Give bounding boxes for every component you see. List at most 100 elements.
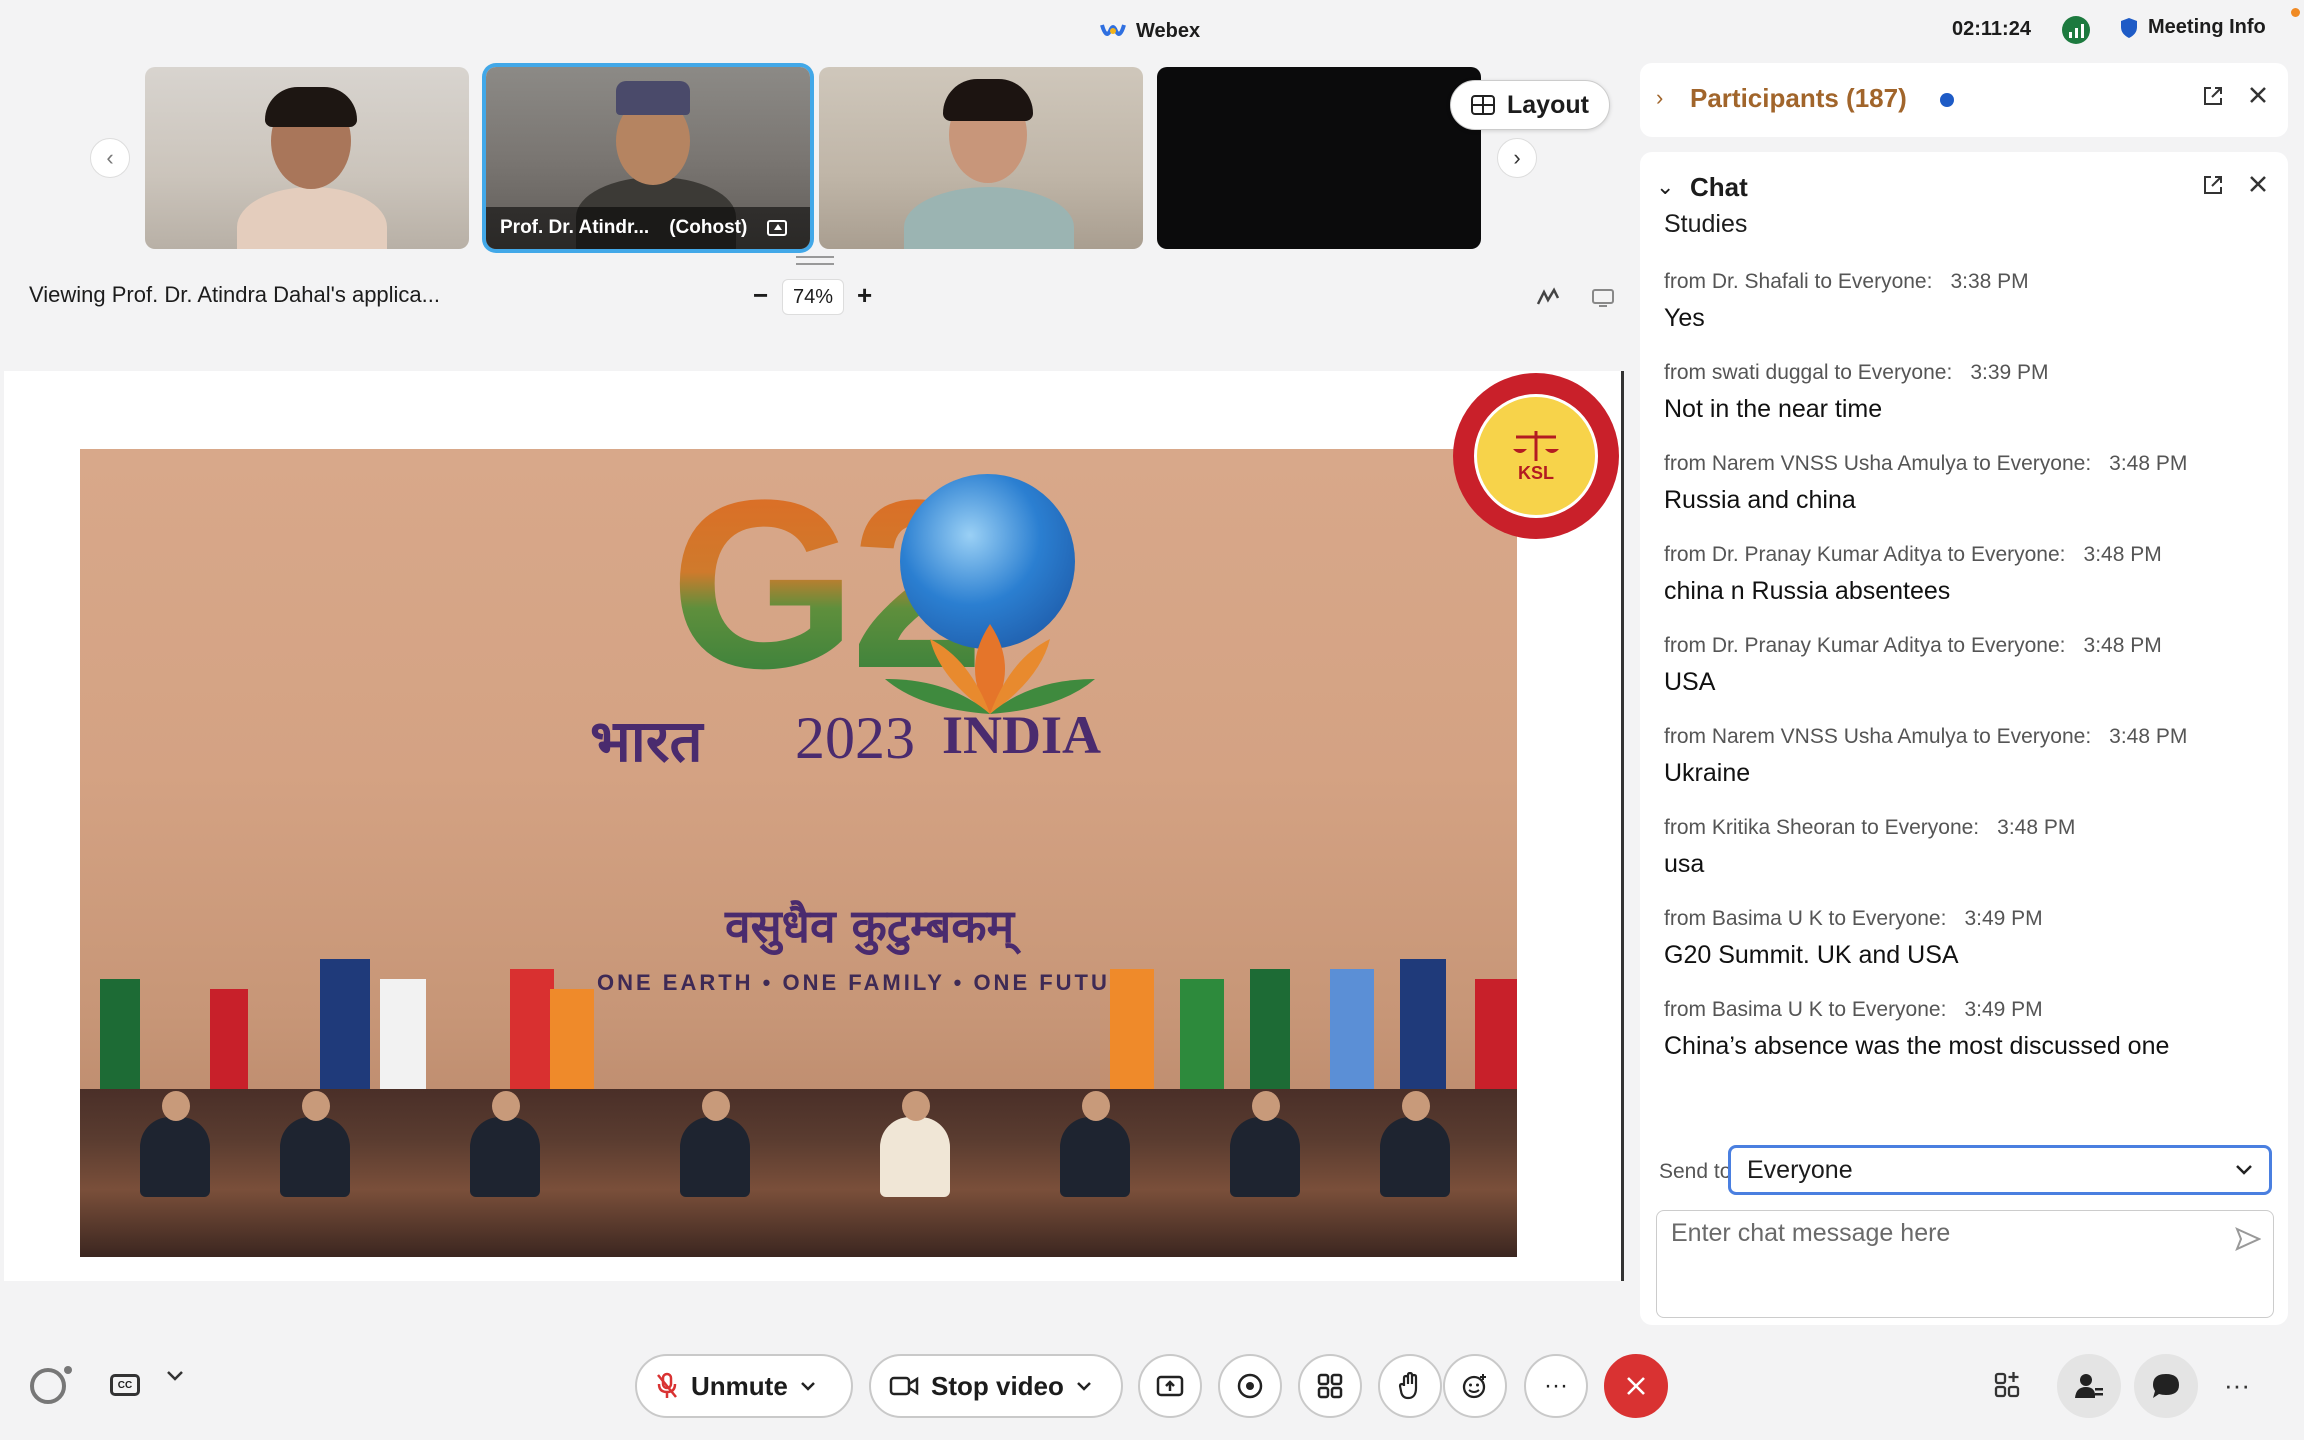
close-icon[interactable] xyxy=(2248,174,2268,194)
india-text: INDIA xyxy=(942,705,1102,765)
participants-toggle-button[interactable] xyxy=(2057,1354,2121,1418)
chat-message: from swati duggal to Everyone: 3:39 PM No… xyxy=(1664,361,2264,424)
participants-title[interactable]: Participants (187) xyxy=(1690,83,1907,114)
meeting-info-button[interactable]: Meeting Info xyxy=(2120,16,2266,39)
participants-panel: › Participants (187) xyxy=(1640,63,2288,137)
chat-message-meta: from Basima U K to Everyone: 3:49 PM xyxy=(1664,907,2264,931)
reactions-button[interactable] xyxy=(1443,1354,1507,1418)
chat-message-text: Yes xyxy=(1664,304,1705,332)
end-call-button[interactable] xyxy=(1604,1354,1668,1418)
chat-message: from Dr. Pranay Kumar Aditya to Everyone… xyxy=(1664,543,2264,606)
participant-video-active[interactable]: Prof. Dr. Atindr... (Cohost) xyxy=(486,67,810,249)
chevron-right-icon[interactable]: › xyxy=(1656,85,1663,111)
delegate xyxy=(140,1091,210,1197)
unmute-button[interactable]: Unmute xyxy=(635,1354,853,1418)
layout-button[interactable]: Layout xyxy=(1450,80,1610,130)
chevron-down-icon[interactable] xyxy=(1076,1381,1092,1391)
thumbnails-next-button[interactable]: › xyxy=(1497,138,1537,178)
chat-message-text: Ukraine xyxy=(1664,759,1751,787)
summit-table xyxy=(80,1089,1517,1257)
apps-button[interactable] xyxy=(1298,1354,1362,1418)
app-title: Webex xyxy=(1100,14,1200,48)
status-icon[interactable] xyxy=(30,1368,66,1404)
chat-time: 3:48 PM xyxy=(2109,725,2188,748)
chat-message-meta: from swati duggal to Everyone: 3:39 PM xyxy=(1664,361,2264,385)
delegate xyxy=(280,1091,350,1197)
chat-sender: from Narem VNSS Usha Amulya to Everyone: xyxy=(1664,452,2092,475)
resize-grip[interactable] xyxy=(796,256,834,265)
chevron-down-icon[interactable]: ⌄ xyxy=(1656,174,1674,200)
send-to-select[interactable]: Everyone xyxy=(1728,1145,2272,1195)
pop-out-share-icon[interactable] xyxy=(1591,288,1615,308)
chat-message-meta: from Dr. Pranay Kumar Aditya to Everyone… xyxy=(1664,634,2264,658)
zoom-in-button[interactable]: + xyxy=(857,280,872,311)
raise-hand-button[interactable] xyxy=(1378,1354,1442,1418)
chat-toggle-button[interactable] xyxy=(2134,1354,2198,1418)
participant-hair xyxy=(265,87,357,127)
share-divider xyxy=(1621,371,1624,1281)
meeting-timer: 02:11:24 xyxy=(1952,18,2031,40)
chat-message-text-partial: Studies xyxy=(1664,212,1748,238)
zoom-out-button[interactable]: − xyxy=(753,280,768,311)
more-options-icon[interactable]: ··· xyxy=(2224,1370,2250,1401)
chat-sender: from Dr. Pranay Kumar Aditya to Everyone… xyxy=(1664,634,2066,657)
chat-sender: from Basima U K to Everyone: xyxy=(1664,907,1947,930)
chat-message: from Narem VNSS Usha Amulya to Everyone:… xyxy=(1664,452,2264,515)
chat-message-text: USA xyxy=(1664,668,1716,696)
zoom-level[interactable]: 74% xyxy=(782,279,844,315)
chat-title[interactable]: Chat xyxy=(1690,172,1748,203)
delegate xyxy=(1380,1091,1450,1197)
participant-hat xyxy=(616,81,690,115)
participant-video-off[interactable] xyxy=(1157,67,1481,249)
delegate xyxy=(1230,1091,1300,1197)
smiley-plus-icon xyxy=(1461,1372,1489,1400)
webex-logo-icon xyxy=(1100,21,1126,41)
share-screen-button[interactable] xyxy=(1138,1354,1202,1418)
chevron-down-icon[interactable] xyxy=(800,1381,816,1391)
chat-bubble-icon xyxy=(2151,1372,2181,1400)
close-icon[interactable] xyxy=(2248,85,2268,105)
chat-message-text: G20 Summit. UK and USA xyxy=(1664,941,1959,969)
chevron-down-icon[interactable] xyxy=(166,1370,184,1382)
chat-message-input[interactable]: Enter chat message here xyxy=(1656,1210,2274,1318)
closed-captions-icon[interactable]: CC xyxy=(110,1374,140,1396)
record-button[interactable] xyxy=(1218,1354,1282,1418)
pop-out-icon[interactable] xyxy=(2202,85,2224,107)
chevron-down-icon xyxy=(2235,1164,2253,1176)
pop-out-icon[interactable] xyxy=(2202,174,2224,196)
send-icon[interactable] xyxy=(2235,1227,2261,1251)
chevron-left-icon: ‹ xyxy=(106,145,114,170)
chat-message-text: Not in the near time xyxy=(1664,395,1883,423)
layout-label: Layout xyxy=(1507,90,1589,119)
send-to-label: Send to: xyxy=(1659,1160,1738,1183)
active-speaker-role: (Cohost) xyxy=(669,217,748,238)
scales-icon xyxy=(1513,430,1559,461)
apps-panel-icon[interactable] xyxy=(1994,1370,2022,1398)
chat-time: 3:48 PM xyxy=(2109,452,2188,475)
grid-icon xyxy=(1471,95,1495,115)
thumbnails-prev-button[interactable]: ‹ xyxy=(90,138,130,178)
chat-time: 3:39 PM xyxy=(1970,361,2049,384)
video-camera-icon xyxy=(889,1375,919,1397)
delegate xyxy=(470,1091,540,1197)
chat-message-list[interactable]: Studies from Dr. Shafali to Everyone: 3:3… xyxy=(1664,212,2264,1212)
sharing-icon xyxy=(767,220,788,236)
delegate xyxy=(880,1091,950,1197)
school-logo-text: KSL xyxy=(1518,462,1554,483)
delegate xyxy=(680,1091,750,1197)
participant-video-1[interactable] xyxy=(145,67,469,249)
notification-dot xyxy=(2291,8,2300,17)
chat-message-text: China’s absence was the most discussed o… xyxy=(1664,1032,2170,1060)
chat-sender: from Dr. Shafali to Everyone: xyxy=(1664,270,1933,293)
network-signal-icon[interactable] xyxy=(2062,16,2090,44)
bharat-text: भारत xyxy=(590,707,703,775)
chat-sender: from Narem VNSS Usha Amulya to Everyone: xyxy=(1664,725,2092,748)
stop-video-label: Stop video xyxy=(931,1370,1064,1401)
more-options-button[interactable]: ··· xyxy=(1524,1354,1588,1418)
participant-video-3[interactable] xyxy=(819,67,1143,249)
active-speaker-name: Prof. Dr. Atindr... xyxy=(500,217,650,238)
stop-video-button[interactable]: Stop video xyxy=(869,1354,1123,1418)
participants-indicator-dot xyxy=(1940,93,1954,107)
app-name: Webex xyxy=(1136,19,1201,42)
annotate-icon[interactable] xyxy=(1536,286,1562,308)
